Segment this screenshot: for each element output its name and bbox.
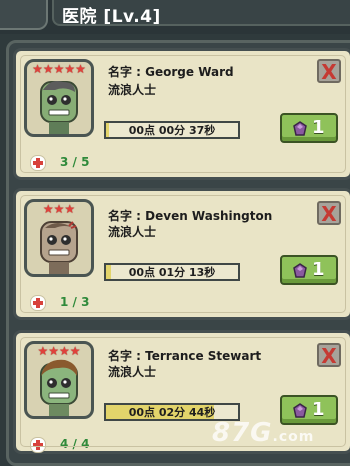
patient-hp: 1 / 3 xyxy=(60,295,90,309)
recovery-timer: 00点 00分 37秒 xyxy=(104,121,240,139)
watermark-text: 87G xyxy=(212,418,273,448)
health-cross-icon xyxy=(30,155,46,171)
rank-stars: ★★★★★ xyxy=(32,62,86,76)
watermark-suffix: .com xyxy=(272,429,315,445)
watermark: 87G.com xyxy=(212,418,314,448)
patient-hp: 4 / 4 xyxy=(60,437,90,451)
patient-hp: 3 / 5 xyxy=(60,155,90,169)
patient-card: ★★★★★ 3 / 5 名字 : George Ward 流浪人士 X 00点 … xyxy=(13,48,350,180)
gem-icon xyxy=(293,121,307,136)
gem-icon xyxy=(293,263,307,278)
speedup-button[interactable]: 1 xyxy=(280,255,338,285)
patient-portrait[interactable]: ★★★ xyxy=(24,199,94,277)
health-cross-icon xyxy=(30,437,46,453)
recovery-timer: 00点 01分 13秒 xyxy=(104,263,240,281)
gem-icon xyxy=(293,403,307,418)
speedup-button[interactable]: 1 xyxy=(280,113,338,143)
speedup-cost: 1 xyxy=(312,117,325,138)
page-title: 医院 [Lv.4] xyxy=(62,7,161,27)
back-tab[interactable] xyxy=(0,0,48,30)
patient-role: 流浪人士 xyxy=(108,365,157,379)
patient-role: 流浪人士 xyxy=(108,83,157,97)
speedup-cost: 1 xyxy=(312,399,325,420)
close-icon[interactable]: X xyxy=(317,201,341,226)
patient-portrait[interactable]: ★★★★★ xyxy=(24,59,94,137)
patient-role: 流浪人士 xyxy=(108,225,157,239)
patient-portrait[interactable]: ★★★★ xyxy=(24,341,94,419)
patient-name: 名字 : Terrance Stewart xyxy=(108,349,262,363)
close-icon[interactable]: X xyxy=(317,343,341,368)
zombie-face-icon xyxy=(40,359,78,416)
timer-label: 00点 00分 37秒 xyxy=(128,124,216,137)
patient-name: 名字 : George Ward xyxy=(108,65,234,79)
health-cross-icon xyxy=(30,295,46,311)
timer-label: 00点 01分 13秒 xyxy=(128,266,216,279)
close-icon[interactable]: X xyxy=(317,59,341,84)
zombie-face-icon xyxy=(40,81,78,134)
patient-name: 名字 : Deven Washington xyxy=(108,209,273,223)
zombie-face-icon xyxy=(40,221,78,274)
patient-card: ★★★ 1 / 3 名字 : Deven Washington 流浪人士 X 0… xyxy=(13,188,350,320)
rank-stars: ★★★★ xyxy=(37,344,81,358)
rank-stars: ★★★ xyxy=(42,202,76,216)
speedup-cost: 1 xyxy=(312,259,325,280)
top-bar: 医院 [Lv.4] xyxy=(0,0,350,34)
